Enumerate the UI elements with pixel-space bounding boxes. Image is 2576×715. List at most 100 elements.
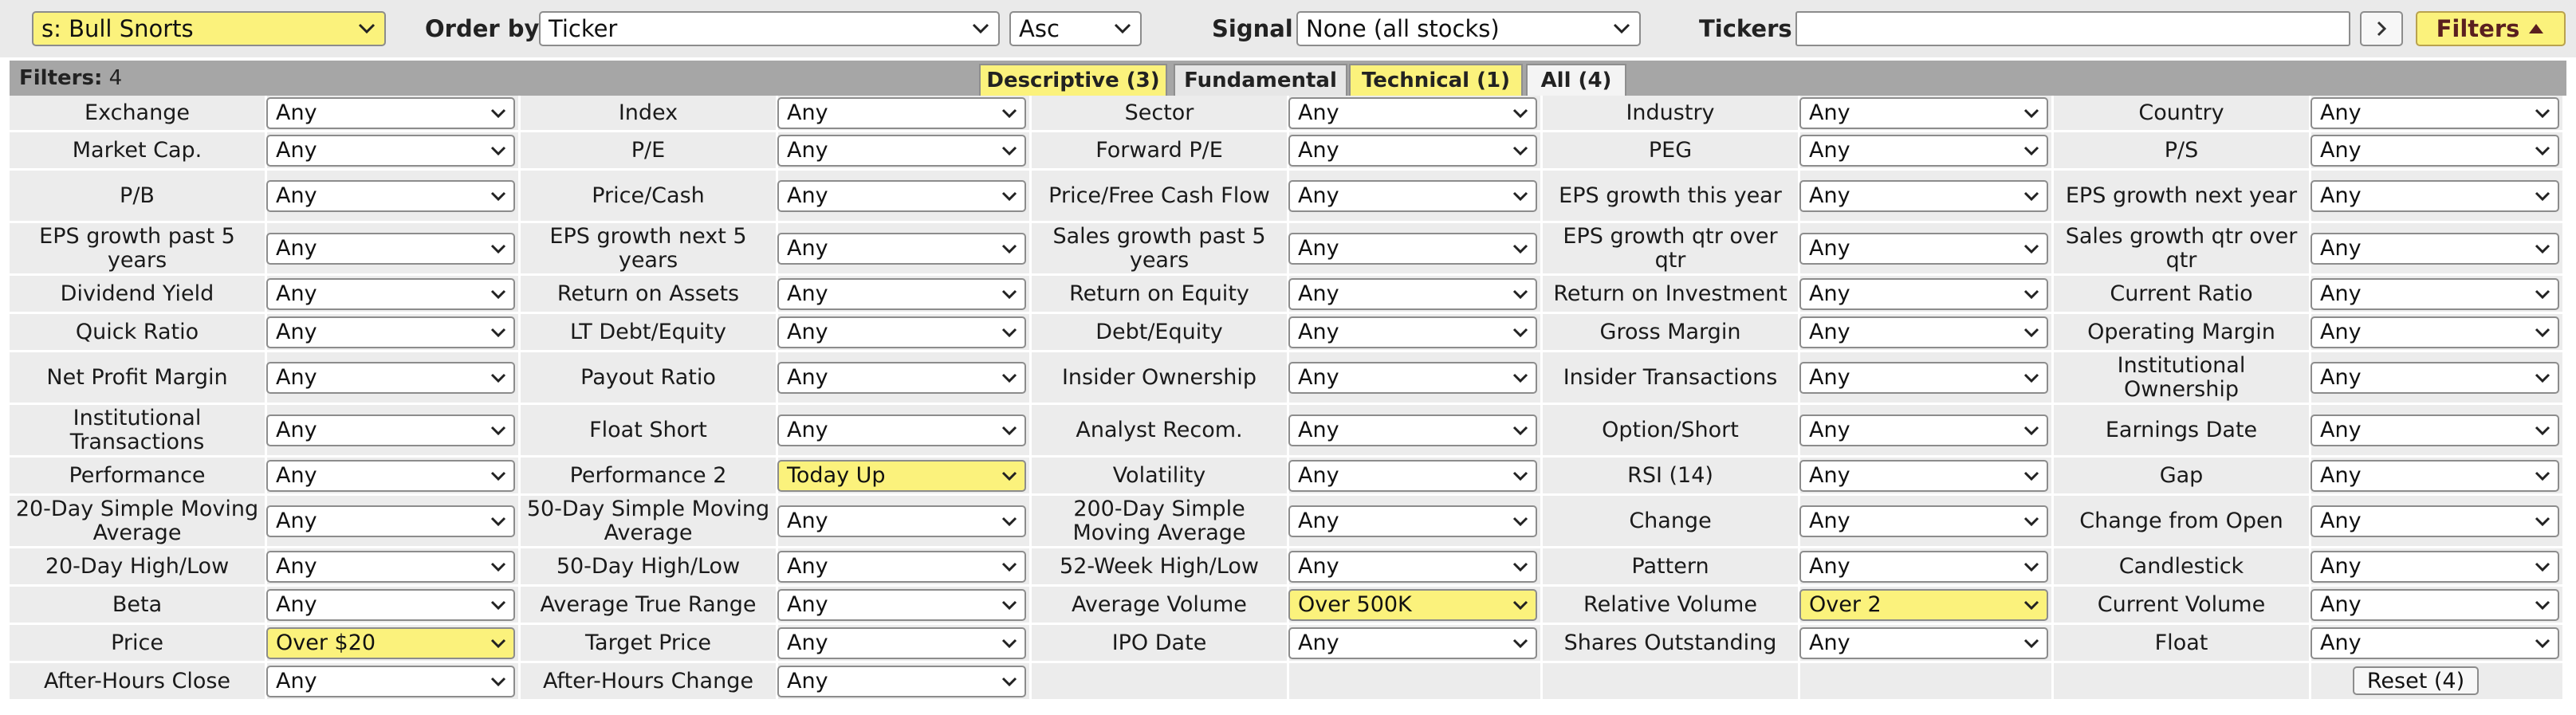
filter-select-price[interactable]: Over $20 <box>266 627 515 659</box>
filter-select-rsi-14[interactable]: Any <box>1799 460 2048 492</box>
filter-select-exchange[interactable]: Any <box>266 97 515 129</box>
filter-select-value: Any <box>787 669 828 693</box>
filter-select-market-cap[interactable]: Any <box>266 135 515 167</box>
filter-select-52-week-high-low[interactable]: Any <box>1288 551 1537 583</box>
filter-select-eps-growth-past-5-years[interactable]: Any <box>266 233 515 265</box>
tab-all[interactable]: All (4) <box>1526 64 1626 96</box>
order-by-select[interactable]: Ticker <box>539 11 1000 46</box>
filter-select-eps-growth-next-year[interactable]: Any <box>2311 180 2559 212</box>
filter-select-float-short[interactable]: Any <box>777 414 1026 446</box>
filter-select-p-e[interactable]: Any <box>777 135 1026 167</box>
filter-select-operating-margin[interactable]: Any <box>2311 316 2559 348</box>
filters-toggle-button[interactable]: Filters <box>2416 11 2566 46</box>
filter-select-200-day-simple-moving-average[interactable]: Any <box>1288 505 1537 537</box>
filter-select-peg[interactable]: Any <box>1799 135 2048 167</box>
filter-select-return-on-equity[interactable]: Any <box>1288 278 1537 310</box>
chevron-down-icon <box>490 462 507 490</box>
filter-select-value: Any <box>2320 138 2362 163</box>
signal-select[interactable]: None (all stocks) <box>1296 11 1641 46</box>
filter-select-insider-transactions[interactable]: Any <box>1799 362 2048 394</box>
filter-select-ipo-date[interactable]: Any <box>1288 627 1537 659</box>
preset-select[interactable]: s: Bull Snorts <box>32 11 386 46</box>
filter-select-institutional-ownership[interactable]: Any <box>2311 362 2559 394</box>
filter-select-sales-growth-past-5-years[interactable]: Any <box>1288 233 1537 265</box>
filter-select-institutional-transactions[interactable]: Any <box>266 414 515 446</box>
filter-select-beta[interactable]: Any <box>266 589 515 621</box>
filter-select-option-short[interactable]: Any <box>1799 414 2048 446</box>
chevron-down-icon <box>1001 182 1018 210</box>
filter-select-volatility[interactable]: Any <box>1288 460 1537 492</box>
filter-select-relative-volume[interactable]: Over 2 <box>1799 589 2048 621</box>
filter-select-lt-debt-equity[interactable]: Any <box>777 316 1026 348</box>
tab-descriptive[interactable]: Descriptive (3) <box>979 64 1167 96</box>
filter-select-sales-growth-qtr-over-qtr[interactable]: Any <box>2311 233 2559 265</box>
filter-label-market-cap: Market Cap. <box>72 137 203 163</box>
filter-select-value: Any <box>1298 281 1339 306</box>
filter-select-value: Any <box>276 138 317 163</box>
filter-select-industry[interactable]: Any <box>1799 97 2048 129</box>
filter-select-current-volume[interactable]: Any <box>2311 589 2559 621</box>
filter-select-eps-growth-qtr-over-qtr[interactable]: Any <box>1799 233 2048 265</box>
filter-select-sector[interactable]: Any <box>1288 97 1537 129</box>
tab-technical[interactable]: Technical (1) <box>1349 64 1523 96</box>
filter-select-payout-ratio[interactable]: Any <box>777 362 1026 394</box>
order-direction-select[interactable]: Asc <box>1009 11 1142 46</box>
chevron-down-icon <box>490 416 507 445</box>
filter-select-target-price[interactable]: Any <box>777 627 1026 659</box>
filter-select-change[interactable]: Any <box>1799 505 2048 537</box>
filter-select-change-from-open[interactable]: Any <box>2311 505 2559 537</box>
filter-select-gross-margin[interactable]: Any <box>1799 316 2048 348</box>
filter-select-pattern[interactable]: Any <box>1799 551 2048 583</box>
filter-select-current-ratio[interactable]: Any <box>2311 278 2559 310</box>
filter-select-analyst-recom[interactable]: Any <box>1288 414 1537 446</box>
tickers-go-button[interactable] <box>2360 11 2403 46</box>
filter-select-performance[interactable]: Any <box>266 460 515 492</box>
filter-select-value: Any <box>787 592 828 617</box>
filter-select-net-profit-margin[interactable]: Any <box>266 362 515 394</box>
filter-select-price-cash[interactable]: Any <box>777 180 1026 212</box>
filter-select-shares-outstanding[interactable]: Any <box>1799 627 2048 659</box>
filter-select-p-s[interactable]: Any <box>2311 135 2559 167</box>
filter-select-20-day-high-low[interactable]: Any <box>266 551 515 583</box>
filter-select-quick-ratio[interactable]: Any <box>266 316 515 348</box>
chevron-down-icon <box>490 136 507 165</box>
filter-label-debt-equity: Debt/Equity <box>1095 319 1223 344</box>
tab-fundamental[interactable]: Fundamental <box>1174 64 1347 96</box>
filter-label-price-free-cash-flow: Price/Free Cash Flow <box>1048 183 1270 208</box>
filter-select-country[interactable]: Any <box>2311 97 2559 129</box>
filter-select-candlestick[interactable]: Any <box>2311 551 2559 583</box>
filter-select-20-day-simple-moving-average[interactable]: Any <box>266 505 515 537</box>
filter-select-return-on-assets[interactable]: Any <box>777 278 1026 310</box>
filter-select-insider-ownership[interactable]: Any <box>1288 362 1537 394</box>
filter-select-after-hours-change[interactable]: Any <box>777 666 1026 697</box>
filter-select-earnings-date[interactable]: Any <box>2311 414 2559 446</box>
filter-select-average-volume[interactable]: Over 500K <box>1288 589 1537 621</box>
chevron-down-icon <box>1001 667 1018 696</box>
filter-select-eps-growth-next-5-years[interactable]: Any <box>777 233 1026 265</box>
filter-select-price-free-cash-flow[interactable]: Any <box>1288 180 1537 212</box>
chevron-down-icon <box>1001 552 1018 581</box>
filter-select-average-true-range[interactable]: Any <box>777 589 1026 621</box>
filter-select-index[interactable]: Any <box>777 97 1026 129</box>
filter-select-debt-equity[interactable]: Any <box>1288 316 1537 348</box>
filter-select-p-b[interactable]: Any <box>266 180 515 212</box>
filter-select-return-on-investment[interactable]: Any <box>1799 278 2048 310</box>
filter-label-option-short: Option/Short <box>1602 417 1739 442</box>
filter-select-performance-2[interactable]: Today Up <box>777 460 1026 492</box>
filter-select-after-hours-close[interactable]: Any <box>266 666 515 697</box>
filter-select-value: Any <box>276 669 317 693</box>
reset-filters-button[interactable]: Reset (4) <box>2353 666 2479 695</box>
filter-select-eps-growth-this-year[interactable]: Any <box>1799 180 2048 212</box>
filter-label-operating-margin: Operating Margin <box>2087 319 2275 344</box>
filter-select-50-day-simple-moving-average[interactable]: Any <box>777 505 1026 537</box>
filter-select-forward-p-e[interactable]: Any <box>1288 135 1537 167</box>
filter-label-net-profit-margin: Net Profit Margin <box>46 364 228 390</box>
filter-select-gap[interactable]: Any <box>2311 460 2559 492</box>
filter-select-50-day-high-low[interactable]: Any <box>777 551 1026 583</box>
filter-label-exchange: Exchange <box>85 100 190 125</box>
tickers-input[interactable] <box>1795 11 2350 46</box>
chevron-down-icon <box>2023 591 2040 619</box>
filter-select-dividend-yield[interactable]: Any <box>266 278 515 310</box>
filter-select-float[interactable]: Any <box>2311 627 2559 659</box>
chevron-down-icon <box>2023 507 2040 536</box>
